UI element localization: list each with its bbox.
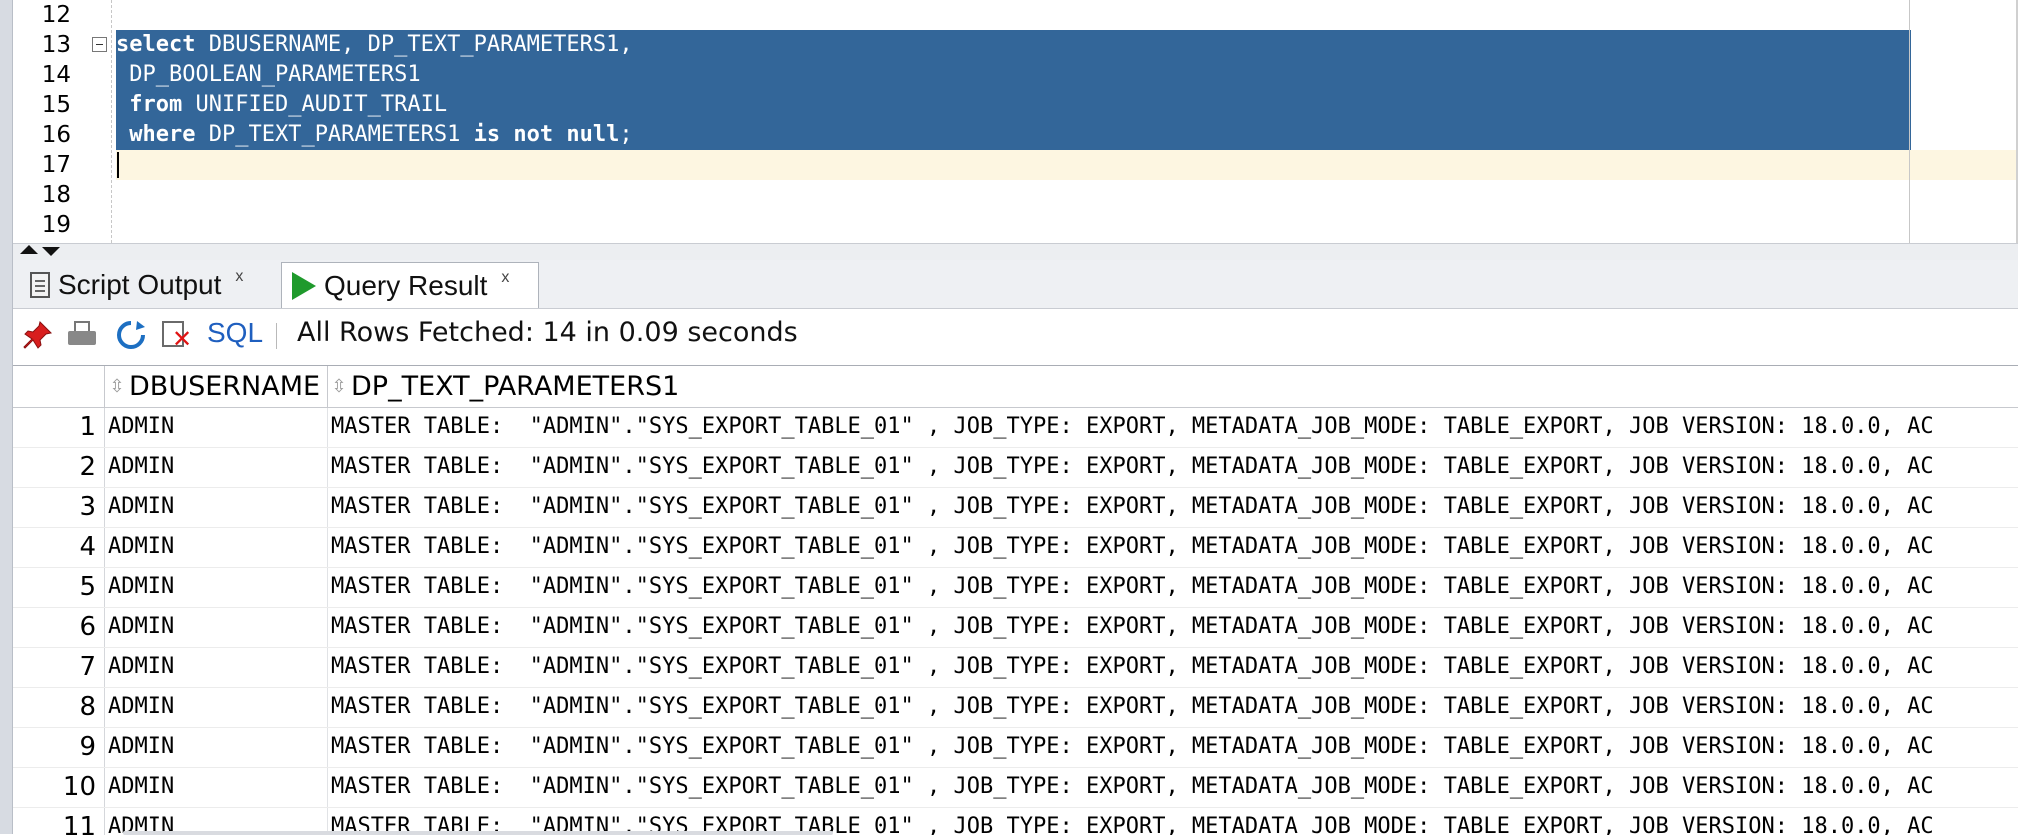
code-line[interactable]: DP_BOOLEAN_PARAMETERS1 xyxy=(116,60,420,90)
left-window-edge xyxy=(0,0,13,834)
sql-keyword: null xyxy=(566,122,620,147)
cell-dbusername[interactable]: ADMIN xyxy=(108,767,174,807)
line-number: 17 xyxy=(41,152,71,178)
column-header-label: DP_TEXT_PARAMETERS1 xyxy=(351,371,680,402)
cell-dp-text-parameters1[interactable]: MASTER TABLE: "ADMIN"."SYS_EXPORT_TABLE_… xyxy=(331,567,1934,607)
cell-dp-text-parameters1[interactable]: MASTER TABLE: "ADMIN"."SYS_EXPORT_TABLE_… xyxy=(331,727,1934,767)
table-row[interactable]: 10 ADMIN MASTER TABLE: "ADMIN"."SYS_EXPO… xyxy=(13,767,2018,808)
fold-guide xyxy=(111,0,112,243)
row-number: 7 xyxy=(79,652,96,682)
right-margin-guide xyxy=(1909,0,1910,243)
row-number: 9 xyxy=(79,732,96,762)
cell-dp-text-parameters1[interactable]: MASTER TABLE: "ADMIN"."SYS_EXPORT_TABLE_… xyxy=(331,767,1934,807)
cell-dp-text-parameters1[interactable]: MASTER TABLE: "ADMIN"."SYS_EXPORT_TABLE_… xyxy=(331,687,1934,727)
cell-dbusername[interactable]: ADMIN xyxy=(108,687,174,727)
line-number-gutter: 12 13 14 15 16 17 18 19 xyxy=(13,0,75,243)
cell-dp-text-parameters1[interactable]: MASTER TABLE: "ADMIN"."SYS_EXPORT_TABLE_… xyxy=(331,487,1934,527)
row-number: 1 xyxy=(79,412,96,442)
refresh-icon[interactable] xyxy=(115,319,147,351)
sql-keyword: not xyxy=(513,122,554,147)
cell-dbusername[interactable]: ADMIN xyxy=(108,407,174,447)
cell-dp-text-parameters1[interactable]: MASTER TABLE: "ADMIN"."SYS_EXPORT_TABLE_… xyxy=(331,527,1934,567)
table-row[interactable]: 2 ADMIN MASTER TABLE: "ADMIN"."SYS_EXPOR… xyxy=(13,447,2018,488)
print-icon[interactable] xyxy=(66,319,98,351)
row-number: 8 xyxy=(79,692,96,722)
close-icon[interactable]: x xyxy=(235,268,243,286)
header-divider[interactable] xyxy=(327,366,328,407)
play-icon xyxy=(292,271,316,300)
tab-query-result[interactable]: Query Result x xyxy=(281,262,539,308)
column-header-label: DBUSERNAME xyxy=(129,371,321,402)
collapse-down-icon[interactable] xyxy=(42,247,60,256)
row-number: 2 xyxy=(79,452,96,482)
table-row[interactable]: 8 ADMIN MASTER TABLE: "ADMIN"."SYS_EXPOR… xyxy=(13,687,2018,728)
close-icon[interactable]: x xyxy=(501,269,509,287)
grid-header: ⇳ DBUSERNAME ⇳ DP_TEXT_PARAMETERS1 xyxy=(13,366,2018,408)
cell-dp-text-parameters1[interactable]: MASTER TABLE: "ADMIN"."SYS_EXPORT_TABLE_… xyxy=(331,447,1934,487)
table-row[interactable]: 5 ADMIN MASTER TABLE: "ADMIN"."SYS_EXPOR… xyxy=(13,567,2018,608)
line-number: 13 xyxy=(41,32,71,58)
column-header-dp-text-parameters1[interactable]: ⇳ DP_TEXT_PARAMETERS1 xyxy=(331,366,679,407)
row-number: 3 xyxy=(79,492,96,522)
collapse-up-icon[interactable] xyxy=(20,245,38,254)
row-number: 6 xyxy=(79,612,96,642)
sql-editor[interactable]: 12 13 14 15 16 17 18 19 select DBUSERNAM… xyxy=(13,0,2018,243)
row-number: 5 xyxy=(79,572,96,602)
line-number: 14 xyxy=(41,62,71,88)
sort-icon[interactable]: ⇳ xyxy=(331,366,347,407)
line-number: 15 xyxy=(41,92,71,118)
code-line[interactable]: select DBUSERNAME, DP_TEXT_PARAMETERS1, xyxy=(116,30,633,60)
fetch-status-text: All Rows Fetched: 14 in 0.09 seconds xyxy=(297,317,798,348)
code-line[interactable]: from UNIFIED_AUDIT_TRAIL xyxy=(116,90,447,120)
pin-icon[interactable] xyxy=(22,319,54,351)
cell-dbusername[interactable]: ADMIN xyxy=(108,527,174,567)
sql-keyword: is xyxy=(473,122,501,147)
cell-dbusername[interactable]: ADMIN xyxy=(108,647,174,687)
tab-script-output[interactable]: Script Output x xyxy=(20,262,272,308)
table-row[interactable]: 9 ADMIN MASTER TABLE: "ADMIN"."SYS_EXPOR… xyxy=(13,727,2018,768)
table-row[interactable]: 7 ADMIN MASTER TABLE: "ADMIN"."SYS_EXPOR… xyxy=(13,647,2018,688)
results-grid[interactable]: ⇳ DBUSERNAME ⇳ DP_TEXT_PARAMETERS1 1 ADM… xyxy=(13,365,2018,835)
tab-label: Script Output xyxy=(58,269,222,300)
cell-dp-text-parameters1[interactable]: MASTER TABLE: "ADMIN"."SYS_EXPORT_TABLE_… xyxy=(331,647,1934,687)
text-caret xyxy=(117,152,119,178)
line-number: 18 xyxy=(41,182,71,208)
horizontal-scrollbar[interactable] xyxy=(123,831,833,835)
row-number: 11 xyxy=(62,812,96,835)
table-row[interactable]: 4 ADMIN MASTER TABLE: "ADMIN"."SYS_EXPOR… xyxy=(13,527,2018,568)
sort-icon[interactable]: ⇳ xyxy=(109,366,125,407)
cell-dbusername[interactable]: ADMIN xyxy=(108,607,174,647)
line-number: 16 xyxy=(41,122,71,148)
sql-keyword: select xyxy=(116,32,196,57)
current-line-highlight xyxy=(116,150,2018,180)
cell-dp-text-parameters1[interactable]: MASTER TABLE: "ADMIN"."SYS_EXPORT_TABLE_… xyxy=(331,407,1934,447)
header-divider xyxy=(104,366,105,407)
table-row[interactable]: 6 ADMIN MASTER TABLE: "ADMIN"."SYS_EXPOR… xyxy=(13,607,2018,648)
delete-icon[interactable]: ✕ xyxy=(160,319,192,351)
table-row[interactable]: 3 ADMIN MASTER TABLE: "ADMIN"."SYS_EXPOR… xyxy=(13,487,2018,528)
pane-splitter[interactable] xyxy=(13,243,2018,261)
code-line[interactable]: where DP_TEXT_PARAMETERS1 is not null; xyxy=(116,120,632,150)
cell-dbusername[interactable]: ADMIN xyxy=(108,567,174,607)
row-number: 4 xyxy=(79,532,96,562)
cell-dbusername[interactable]: ADMIN xyxy=(108,447,174,487)
line-number: 19 xyxy=(41,212,71,238)
column-header-dbusername[interactable]: ⇳ DBUSERNAME xyxy=(109,366,320,407)
line-number: 12 xyxy=(41,2,71,28)
toolbar-separator xyxy=(276,323,277,349)
sql-keyword: where xyxy=(129,122,196,147)
fold-collapse-icon[interactable] xyxy=(92,37,107,52)
row-number: 10 xyxy=(62,772,96,802)
tab-label: Query Result xyxy=(324,269,488,301)
cell-dp-text-parameters1[interactable]: MASTER TABLE: "ADMIN"."SYS_EXPORT_TABLE_… xyxy=(331,607,1934,647)
script-icon xyxy=(30,272,50,298)
table-row[interactable]: 1 ADMIN MASTER TABLE: "ADMIN"."SYS_EXPOR… xyxy=(13,407,2018,448)
sql-keyword: from xyxy=(129,92,183,117)
sql-button[interactable]: SQL xyxy=(207,317,263,349)
cell-dbusername[interactable]: ADMIN xyxy=(108,487,174,527)
cell-dbusername[interactable]: ADMIN xyxy=(108,727,174,767)
